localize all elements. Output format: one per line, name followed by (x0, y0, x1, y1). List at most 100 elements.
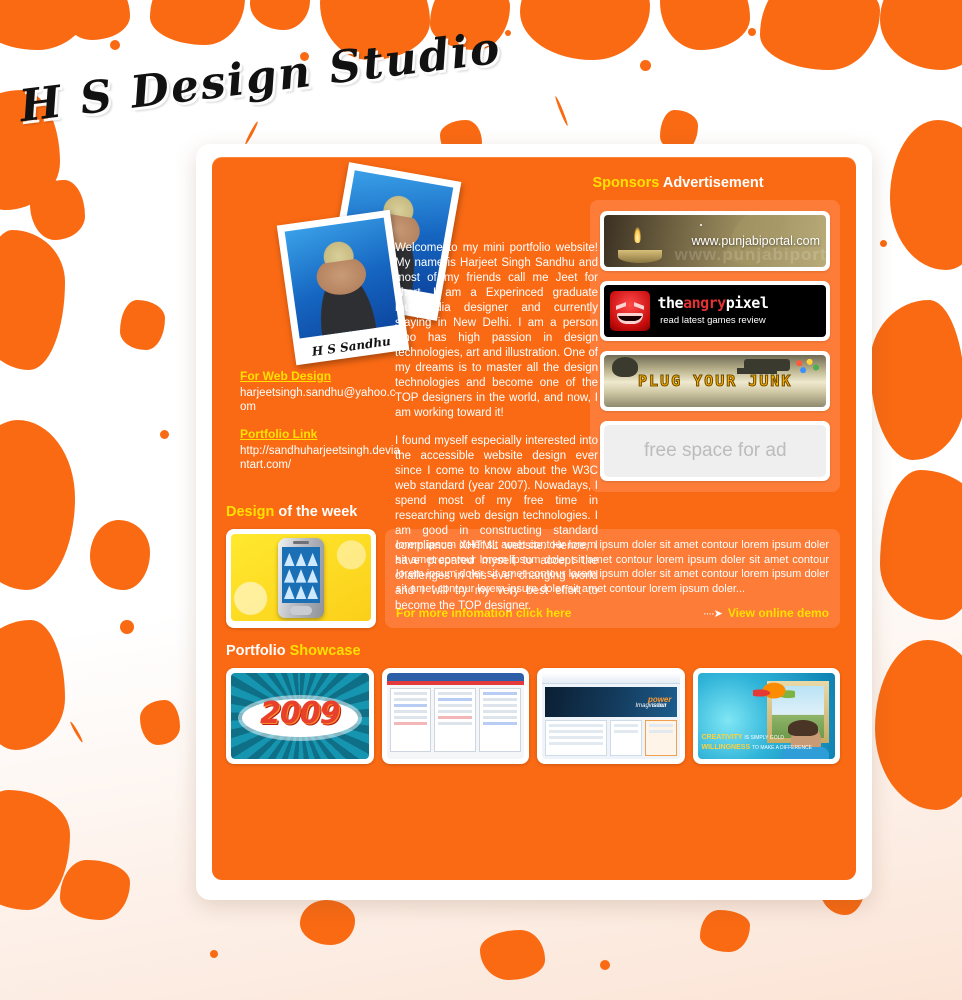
ad-brand: theangrypixel (657, 296, 768, 311)
portfolio-label[interactable]: Portfolio Link (240, 427, 400, 441)
text-line (613, 724, 638, 727)
form-line (483, 692, 517, 695)
ad-free-space-art: free space for ad (604, 425, 826, 477)
paint-blob (0, 230, 65, 370)
paint-streak (244, 120, 259, 146)
confetti-dots-icon (794, 359, 820, 373)
paint-blob (520, 0, 650, 60)
paint-blob (660, 0, 750, 50)
site-body (542, 720, 680, 756)
sponsors-heading: Sponsors Advertisement (590, 175, 840, 191)
text-line (549, 742, 603, 745)
paint-blob (480, 930, 545, 980)
ad-tagline: read latest games review (660, 315, 766, 327)
eye-right-icon (634, 302, 645, 310)
view-online-demo-link[interactable]: View online demo (728, 606, 829, 620)
paint-blob (300, 900, 355, 945)
portrait-image (284, 217, 399, 339)
form-line (393, 692, 428, 695)
main-orange-panel: H S Sandhu For Web Design harjeetsingh.s… (212, 157, 856, 880)
portfolio-item[interactable]: Imagination is our power (537, 668, 685, 764)
paint-droplet (110, 40, 120, 50)
caption-creativity-sub: IS SIMPLY GOLD (744, 735, 784, 741)
dotw-thumbnail[interactable] (226, 529, 376, 628)
paint-blob (880, 0, 962, 70)
ad-theangrypixel-art: theangrypixel read latest games review (604, 285, 826, 337)
sponsor-box: www.punjabiportal.com www.punjabiportal.… (590, 200, 840, 492)
paint-blob (90, 520, 150, 590)
site-navbar (386, 673, 524, 681)
profile-photo-front: H S Sandhu (276, 209, 410, 366)
form-line (483, 704, 517, 707)
caption-willingness: WILLINGNESS (701, 744, 751, 751)
paint-droplet (748, 28, 756, 36)
ad-banner-free-space[interactable]: free space for ad (600, 421, 830, 481)
top-row: H S Sandhu For Web Design harjeetsingh.s… (212, 157, 856, 612)
form-line (438, 722, 473, 725)
form-line (393, 722, 428, 725)
app-icon (307, 569, 318, 583)
app-icon (284, 552, 295, 567)
paint-blob (120, 300, 165, 350)
paint-droplet (185, 22, 192, 29)
sponsors-heading-highlight: Sponsors (592, 175, 660, 191)
portfolio-item[interactable]: CREATIVITY IS SIMPLY GOLD WILLINGNESS TO… (692, 668, 840, 764)
portfolio-thumb-form-site (386, 673, 525, 759)
ad-banner-punjabiportal[interactable]: www.punjabiportal.com www.punjabiportal.… (600, 211, 830, 271)
ad-banner-plugyourjunk[interactable]: PLUG YOUR JUNK (600, 351, 830, 411)
diya-lamp-icon (618, 250, 663, 263)
form-line (438, 710, 473, 713)
paint-droplet (600, 960, 610, 970)
web-design-label[interactable]: For Web Design (240, 369, 400, 383)
ad-banner-theangrypixel[interactable]: theangrypixel read latest games review (600, 281, 830, 341)
ad-ghost-text: www.punjabiportal.com (674, 245, 826, 264)
paint-blob (870, 300, 962, 460)
paint-droplet (915, 540, 928, 553)
pda-screen (282, 547, 320, 603)
eye-left-icon (616, 302, 627, 310)
portfolio-heading-first: Portfolio (226, 643, 286, 659)
email-value[interactable]: harjeetsingh.sandhu@yahoo.com (240, 386, 400, 414)
form-line (393, 716, 428, 719)
grin-mouth-icon (617, 313, 644, 324)
year-text: 2009 (260, 696, 340, 732)
intro-paragraph-2: I found myself especially interested int… (395, 435, 598, 612)
form-line (393, 710, 428, 713)
free-space-text: free space for ad (643, 440, 787, 461)
portfolio-thumb-2009: 2009 (231, 673, 369, 759)
paint-blob (890, 120, 962, 270)
portfolio-heading-second: Showcase (289, 643, 361, 659)
balloons-icon (752, 681, 795, 705)
text-line (549, 724, 603, 727)
paint-droplet (505, 30, 511, 36)
site-box (609, 720, 642, 756)
portfolio-url[interactable]: http://sandhuharjeetsingh.deviantart.com… (240, 444, 400, 472)
dotw-heading-rest: of the week (278, 504, 358, 520)
brand-part-the: the (657, 294, 684, 313)
portfolio-item[interactable] (381, 668, 529, 764)
ad-punjabiportal-art: www.punjabiportal.com www.punjabiportal.… (604, 215, 826, 267)
sponsor-column: Sponsors Advertisement www.punjabiportal… (590, 175, 840, 492)
intro-text: Welcome to my mini portfolio website! My… (395, 241, 598, 614)
ad-plugyourjunk-art: PLUG YOUR JUNK (604, 355, 826, 407)
site-navbar (542, 673, 680, 684)
flame-icon (634, 227, 642, 243)
app-icon (307, 552, 318, 567)
brand-part-angry: angry (683, 294, 726, 313)
text-line (549, 730, 603, 733)
paint-blob (0, 620, 65, 750)
text-line (613, 730, 638, 733)
site-box-search (644, 720, 677, 756)
app-icon (295, 585, 307, 599)
dpad-icon (290, 606, 312, 615)
form-line (483, 722, 517, 725)
paint-blob (700, 910, 750, 952)
paint-blob (250, 0, 310, 30)
paint-droplet (640, 60, 651, 71)
site-columns (387, 685, 525, 755)
pda-device-icon (278, 538, 324, 618)
portfolio-item[interactable]: 2009 (226, 668, 374, 764)
content-card: H S Sandhu For Web Design harjeetsingh.s… (196, 144, 872, 900)
app-icon (295, 569, 307, 583)
artwork-caption: CREATIVITY IS SIMPLY GOLD WILLINGNESS TO… (702, 733, 813, 753)
